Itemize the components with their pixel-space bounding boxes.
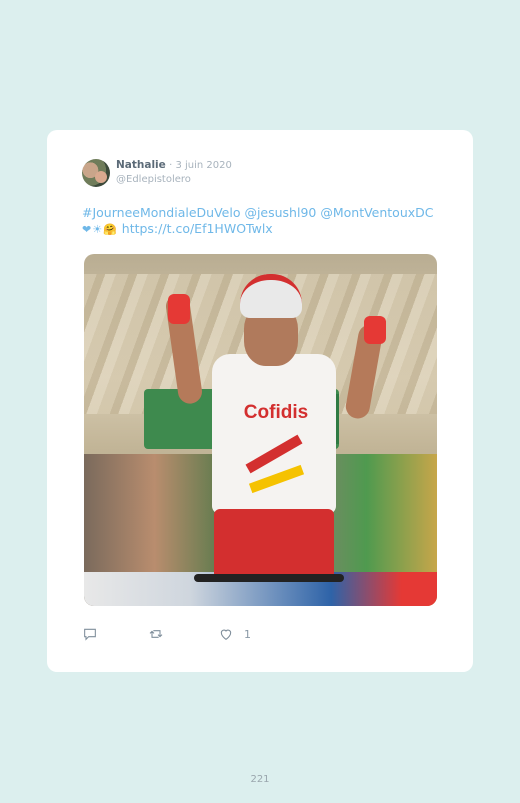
tweet-card: Nathalie · 3 juin 2020 @Edlepistolero #J… [47,130,473,672]
avatar[interactable] [82,159,110,187]
tweet-actions: 1 [82,626,452,644]
author-handle[interactable]: @Edlepistolero [116,174,191,185]
reply-button[interactable] [82,626,98,642]
reply-icon [84,628,96,641]
author-name[interactable]: Nathalie [116,159,166,171]
cyclist-shorts [214,509,334,579]
retweet-icon [149,630,163,638]
tweet-photo[interactable]: Cofidis [84,254,437,606]
tweet-emojis: ❤☀🤗 [82,223,118,236]
author-line: Nathalie · 3 juin 2020 [116,159,232,171]
photo-cyclist: Cofidis [164,274,386,606]
heart-icon [220,629,232,640]
tweet-link[interactable]: https://t.co/Ef1HWOTwlx [122,221,273,236]
tweet-second-line: ❤☀🤗 https://t.co/Ef1HWOTwlx [82,221,452,238]
jersey-logo: Cofidis [243,402,309,423]
tweet-date[interactable]: · 3 juin 2020 [169,160,232,171]
avatar-face [95,171,107,183]
cyclist-helmet [240,274,302,318]
bike-handlebar [194,574,344,582]
cyclist-jersey [212,354,336,514]
page-number: 221 [250,774,270,785]
cyclist-right-glove [364,316,386,344]
retweet-button[interactable] [148,626,164,642]
like-button[interactable]: 1 [218,626,251,642]
like-count: 1 [244,627,251,641]
cyclist-left-glove [168,294,190,324]
tweet-text: #JourneeMondialeDuVelo @jesushl90 @MontV… [82,205,452,238]
tweet-hashtags-mentions[interactable]: #JourneeMondialeDuVelo @jesushl90 @MontV… [82,205,452,221]
